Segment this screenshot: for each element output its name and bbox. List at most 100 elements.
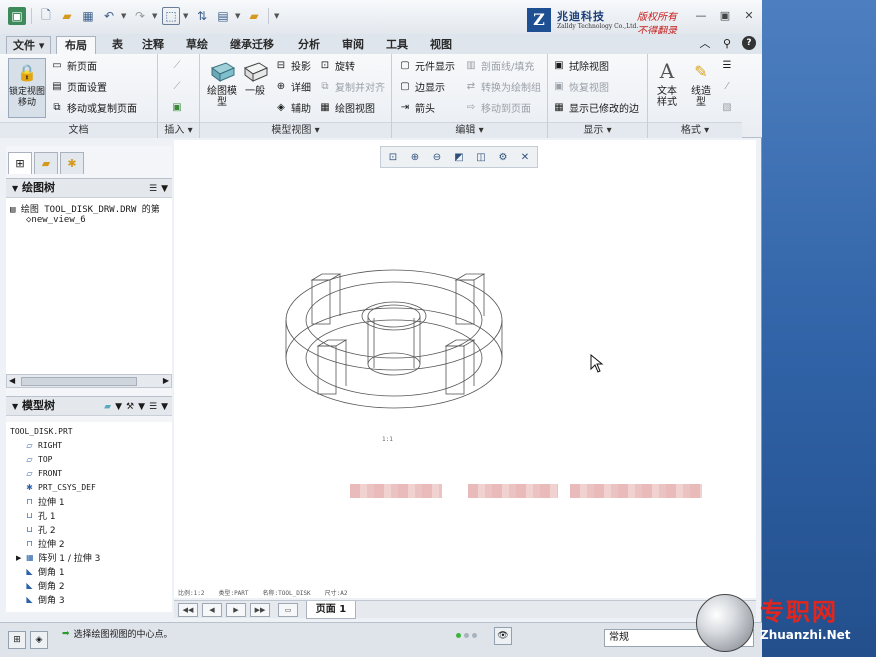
show-browser-icon[interactable]: ◈: [30, 631, 48, 649]
tree-settings-icon[interactable]: ☰: [149, 398, 157, 416]
tree-item-chamfer[interactable]: ◣ 倒角 1: [24, 565, 64, 578]
group-label[interactable]: 插入 ▾: [158, 122, 199, 138]
zoom-in-icon[interactable]: ⊕: [405, 149, 425, 165]
tab-table[interactable]: 表: [104, 36, 131, 54]
auxiliary-view-button[interactable]: ◈ 辅助: [274, 98, 311, 116]
tab-tools[interactable]: 工具: [378, 36, 416, 54]
show-navigator-icon[interactable]: ⊞: [8, 631, 26, 649]
group-label[interactable]: 格式 ▾: [648, 122, 742, 138]
maximize-icon[interactable]: ▣: [718, 8, 732, 22]
copy-align-button[interactable]: ⧉ 复制并对齐: [318, 77, 385, 95]
move-to-page-button[interactable]: ⇨ 移动到页面: [464, 98, 531, 116]
open-folder-icon[interactable]: ▰: [58, 7, 76, 25]
expand-arrow-icon[interactable]: ▶: [16, 554, 21, 562]
tab-analysis[interactable]: 分析: [290, 36, 328, 54]
display-style-icon[interactable]: ◫: [471, 149, 491, 165]
page-tab[interactable]: 页面 1: [306, 601, 356, 619]
redo-icon[interactable]: ↷: [131, 7, 149, 25]
line-style-button[interactable]: ✎ 线造型: [684, 58, 718, 108]
text-style-button[interactable]: A 文本样式: [650, 58, 684, 109]
close-window-icon[interactable]: ▰: [245, 7, 263, 25]
first-page-icon[interactable]: ◀◀: [178, 603, 198, 617]
tree-item-view[interactable]: ◇new_view_6: [26, 215, 86, 225]
dropdown-icon[interactable]: ▼: [115, 398, 122, 416]
hatch-pattern-button[interactable]: ⁄: [720, 77, 734, 95]
page-setup-button[interactable]: ▤ 页面设置: [50, 77, 107, 95]
model-tree-root[interactable]: TOOL_DISK.PRT: [10, 425, 73, 438]
group-label[interactable]: 模型视图 ▾: [200, 122, 391, 138]
scroll-left-icon[interactable]: ◀: [9, 376, 15, 385]
group-label[interactable]: 显示 ▾: [548, 122, 647, 138]
folder-browser-tab[interactable]: ▰: [34, 152, 58, 174]
app-icon[interactable]: ▣: [8, 7, 26, 25]
drawing-tree-scrollbar[interactable]: ◀ ▶: [6, 374, 172, 388]
part-icon[interactable]: ▰: [104, 398, 111, 416]
new-file-icon[interactable]: 🗋: [37, 7, 55, 25]
insert-object-button[interactable]: ⟋: [170, 77, 184, 95]
tree-item-csys[interactable]: ✱ PRT_CSYS_DEF: [24, 481, 96, 494]
tree-item-datum-plane[interactable]: ▱ FRONT: [24, 467, 62, 480]
erase-view-button[interactable]: ▣ 拭除视图: [552, 56, 609, 74]
select-box-icon[interactable]: ⬚: [162, 7, 180, 25]
repaint-icon[interactable]: ◩: [449, 149, 469, 165]
windows-icon[interactable]: ▤: [214, 7, 232, 25]
drawing-view-button[interactable]: ▦ 绘图视图: [318, 98, 375, 116]
tree-item-extrude[interactable]: ⊓ 拉伸 2: [24, 537, 64, 550]
tree-item-pattern[interactable]: ▶ ▦ 阵列 1 / 拉伸 3: [16, 551, 100, 564]
minimize-icon[interactable]: —: [694, 8, 708, 22]
lock-view-move-button[interactable]: 🔒 锁定视图移动: [8, 58, 46, 118]
tree-root-drawing[interactable]: ▤ 绘图 TOOL_DISK_DRW.DRW 的第: [10, 202, 160, 215]
tools-icon[interactable]: ⚒: [126, 398, 134, 416]
tree-item-extrude[interactable]: ⊓ 拉伸 1: [24, 495, 64, 508]
model-tree-header[interactable]: ▼ 模型树 ▰ ▼ ⚒ ▼ ☰ ▼: [6, 396, 172, 416]
drawing-canvas[interactable]: ⊡ ⊕ ⊖ ◩ ◫ ⚙ ✕ 1:1 比例:1:2 类型:PART 名称:TOOL…: [174, 140, 756, 598]
windows-dropdown-icon[interactable]: ▼: [235, 12, 242, 20]
undo-dropdown-icon[interactable]: ▼: [121, 12, 128, 20]
add-page-icon[interactable]: ▭: [278, 603, 298, 617]
move-copy-page-button[interactable]: ⧉ 移动或复制页面: [50, 98, 137, 116]
tree-item-datum-plane[interactable]: ▱ TOP: [24, 453, 52, 466]
projection-view-button[interactable]: ⊟ 投影: [274, 56, 311, 74]
refit-icon[interactable]: ⊡: [383, 149, 403, 165]
dropdown-icon[interactable]: ▼: [138, 398, 145, 416]
element-display-button[interactable]: ▢ 元件显示: [398, 56, 455, 74]
tree-settings-icon[interactable]: ☰: [149, 180, 157, 198]
model-tree-tab[interactable]: ⊞: [8, 152, 32, 174]
redo-dropdown-icon[interactable]: ▼: [152, 12, 159, 20]
detail-view-button[interactable]: ⊕ 详细: [274, 77, 311, 95]
drawing-tree-header[interactable]: ▼ 绘图树 ☰ ▼: [6, 178, 172, 198]
scroll-right-icon[interactable]: ▶: [163, 376, 169, 385]
tab-review[interactable]: 审阅: [334, 36, 372, 54]
show-modified-edges-button[interactable]: ▦ 显示已修改的边: [552, 98, 639, 116]
customize-toolbar-icon[interactable]: ▼: [274, 12, 281, 20]
tab-annotate[interactable]: 注释: [134, 36, 172, 54]
arrow-button[interactable]: ⇥ 箭头: [398, 98, 435, 116]
group-label[interactable]: 编辑 ▾: [392, 122, 547, 138]
dropdown-icon[interactable]: ▼: [161, 180, 168, 198]
zoom-out-icon[interactable]: ⊖: [427, 149, 447, 165]
tab-sketch[interactable]: 草绘: [178, 36, 216, 54]
next-page-icon[interactable]: ▶: [226, 603, 246, 617]
scroll-thumb[interactable]: [21, 377, 137, 386]
collapse-ribbon-icon[interactable]: ︿: [698, 36, 712, 50]
previous-page-icon[interactable]: ◀: [202, 603, 222, 617]
search-icon[interactable]: ⚲: [720, 36, 734, 50]
restore-view-button[interactable]: ▣ 恢复视图: [552, 77, 609, 95]
close-icon[interactable]: ✕: [742, 8, 756, 22]
tab-legacy-migration[interactable]: 继承迁移: [222, 36, 282, 54]
regenerate-icon[interactable]: ⇅: [193, 7, 211, 25]
tree-item-datum-plane[interactable]: ▱ RIGHT: [24, 439, 62, 452]
edge-display-button[interactable]: ▢ 边显示: [398, 77, 445, 95]
help-icon[interactable]: ?: [742, 36, 756, 50]
drawing-model-button[interactable]: 绘图模型: [204, 58, 240, 108]
binoculars-icon[interactable]: 👁: [494, 627, 512, 645]
tree-item-hole[interactable]: ⊔ 孔 1: [24, 509, 55, 522]
rotate-view-button[interactable]: ⊡ 旋转: [318, 56, 355, 74]
symbol-button[interactable]: ▧: [720, 98, 734, 116]
new-page-button[interactable]: ▭ 新页面: [50, 56, 97, 74]
part-view-drawing[interactable]: [274, 258, 514, 438]
general-view-button[interactable]: 一般: [238, 58, 272, 97]
convert-draw-group-button[interactable]: ⇄ 转换为绘制组: [464, 77, 541, 95]
last-page-icon[interactable]: ▶▶: [250, 603, 270, 617]
insert-image-button[interactable]: ▣: [170, 98, 184, 116]
